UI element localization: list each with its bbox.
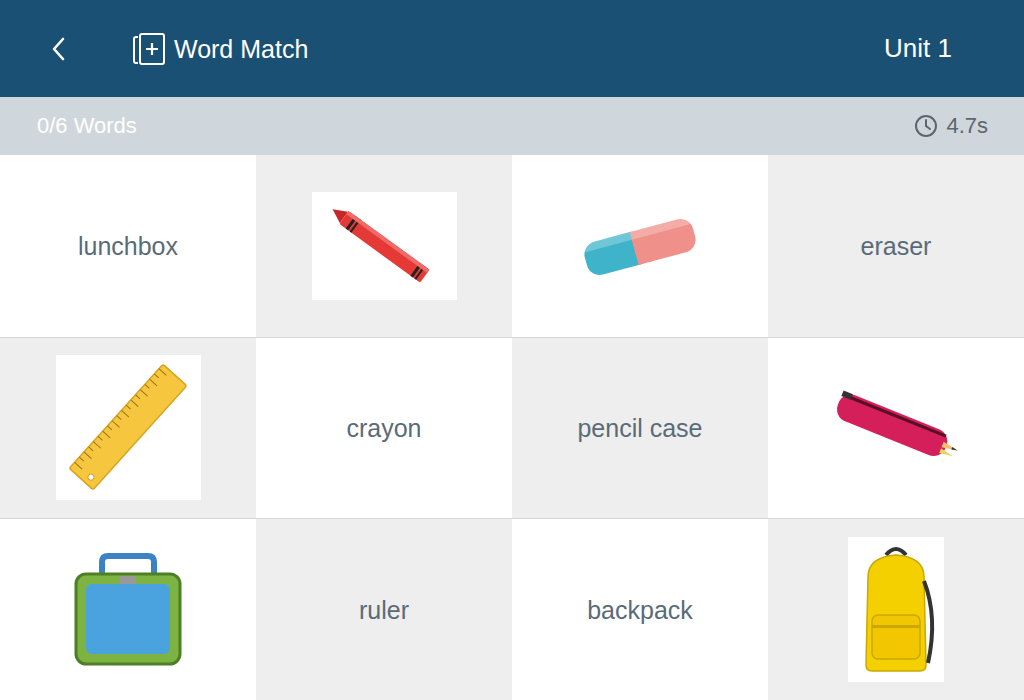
card-add-icon (130, 31, 166, 67)
app-brand: Word Match (130, 31, 308, 67)
pencil-case-picture (826, 386, 966, 470)
status-bar: 0/6 Words 4.7s (0, 97, 1024, 155)
word-card[interactable]: eraser (768, 155, 1024, 337)
word-label: pencil case (577, 413, 702, 443)
back-arrow-icon (51, 36, 65, 61)
top-bar: Word Match Unit 1 (0, 0, 1024, 97)
word-card[interactable]: backpack (512, 518, 768, 700)
lunchbox-picture (72, 552, 184, 668)
timer-value: 4.7s (946, 113, 988, 139)
picture-card[interactable] (512, 155, 768, 337)
word-label: crayon (346, 413, 421, 443)
word-card[interactable]: crayon (256, 337, 512, 519)
picture-card[interactable] (0, 518, 256, 700)
word-board: lunchbox eraser crayon pencil case ruler back… (0, 155, 1024, 700)
timer: 4.7s (914, 113, 988, 139)
backpack-picture (848, 537, 944, 682)
back-button[interactable] (38, 29, 78, 69)
unit-label: Unit 1 (884, 33, 952, 64)
crayon-picture (312, 192, 457, 300)
progress-count: 0/6 Words (37, 113, 137, 139)
picture-card[interactable] (768, 518, 1024, 700)
picture-card[interactable] (256, 155, 512, 337)
word-label: lunchbox (78, 231, 178, 261)
word-card[interactable]: pencil case (512, 337, 768, 519)
clock-icon (914, 114, 938, 138)
word-card[interactable]: lunchbox (0, 155, 256, 337)
word-card[interactable]: ruler (256, 518, 512, 700)
eraser-picture (578, 211, 702, 281)
ruler-picture (56, 355, 201, 500)
word-label: eraser (861, 231, 932, 261)
word-label: ruler (359, 595, 409, 625)
word-label: backpack (587, 595, 693, 625)
picture-card[interactable] (768, 337, 1024, 519)
page-title: Word Match (174, 34, 308, 64)
picture-card[interactable] (0, 337, 256, 519)
